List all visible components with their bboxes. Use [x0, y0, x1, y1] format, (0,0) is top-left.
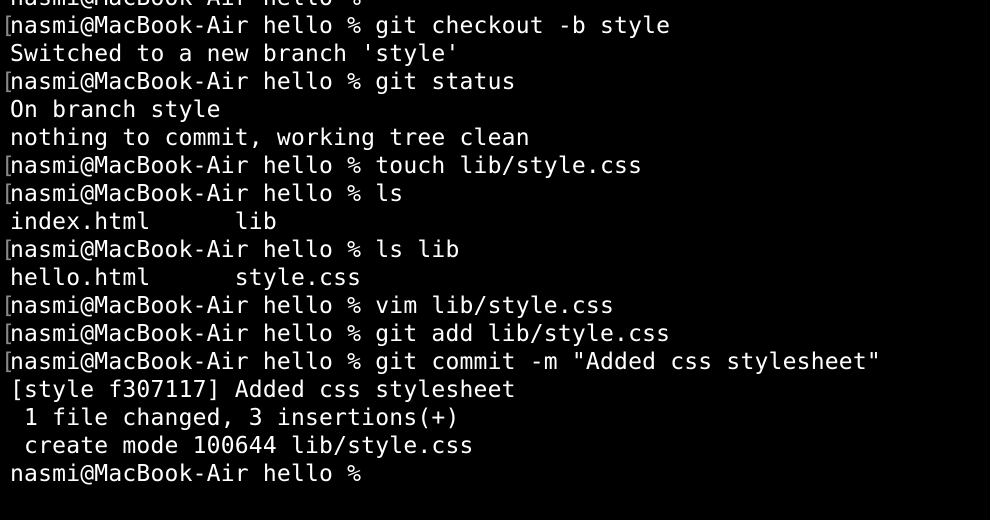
terminal-line: 1 file changed, 3 insertions(+) [0, 404, 990, 432]
line-marker: [ [1, 153, 16, 179]
line-text: nasmi@MacBook-Air hello % ls lib [10, 237, 460, 263]
terminal-line: nasmi@MacBook-Air hello % [0, 0, 990, 12]
line-marker: [ [1, 181, 16, 207]
line-marker: [ [1, 13, 16, 39]
line-text: nasmi@MacBook-Air hello % git add lib/st… [10, 321, 671, 347]
line-marker: [ [1, 321, 16, 347]
line-text: 1 file changed, 3 insertions(+) [10, 405, 460, 431]
terminal-line: On branch style [0, 96, 990, 124]
terminal-line: create mode 100644 lib/style.css [0, 432, 990, 460]
line-text: [style f307117] Added css stylesheet [10, 377, 516, 403]
line-text: hello.html style.css [10, 265, 362, 291]
line-marker: [ [1, 349, 16, 375]
terminal-line: [style f307117] Added css stylesheet [0, 376, 990, 404]
terminal-prompt-line[interactable]: nasmi@MacBook-Air hello % [0, 460, 990, 488]
line-marker: [ [1, 237, 16, 263]
terminal-line: Switched to a new branch 'style' [0, 40, 990, 68]
line-text: nasmi@MacBook-Air hello % vim lib/style.… [10, 293, 615, 319]
line-text: nasmi@MacBook-Air hello % [10, 0, 361, 11]
line-text: index.html lib [10, 209, 277, 235]
line-text: create mode 100644 lib/style.css [10, 433, 474, 459]
terminal-line: [nasmi@MacBook-Air hello % vim lib/style… [0, 292, 990, 320]
terminal-line: nothing to commit, working tree clean [0, 124, 990, 152]
terminal-line: [nasmi@MacBook-Air hello % git commit -m… [0, 348, 990, 376]
terminal-line: index.html lib [0, 208, 990, 236]
terminal-line: [nasmi@MacBook-Air hello % git checkout … [0, 12, 990, 40]
line-marker: [ [1, 69, 16, 95]
shell-prompt: nasmi@MacBook-Air hello % [10, 461, 362, 487]
terminal-line: hello.html style.css [0, 264, 990, 292]
line-text: nasmi@MacBook-Air hello % git status [10, 69, 516, 95]
line-text: nothing to commit, working tree clean [10, 125, 530, 151]
terminal-line: [nasmi@MacBook-Air hello % ls [0, 180, 990, 208]
terminal-line: [nasmi@MacBook-Air hello % git status [0, 68, 990, 96]
terminal-line: [nasmi@MacBook-Air hello % touch lib/sty… [0, 152, 990, 180]
line-text: nasmi@MacBook-Air hello % touch lib/styl… [10, 153, 643, 179]
terminal-line: [nasmi@MacBook-Air hello % git add lib/s… [0, 320, 990, 348]
line-text: nasmi@MacBook-Air hello % ls [10, 181, 404, 207]
line-text: nasmi@MacBook-Air hello % git commit -m … [10, 349, 881, 375]
line-text: nasmi@MacBook-Air hello % git checkout -… [10, 13, 671, 39]
line-marker: [ [1, 293, 16, 319]
terminal-line: [nasmi@MacBook-Air hello % ls lib [0, 236, 990, 264]
line-text: On branch style [10, 97, 221, 123]
terminal-window[interactable]: nasmi@MacBook-Air hello % [nasmi@MacBook… [0, 0, 990, 520]
line-text: Switched to a new branch 'style' [10, 41, 460, 67]
